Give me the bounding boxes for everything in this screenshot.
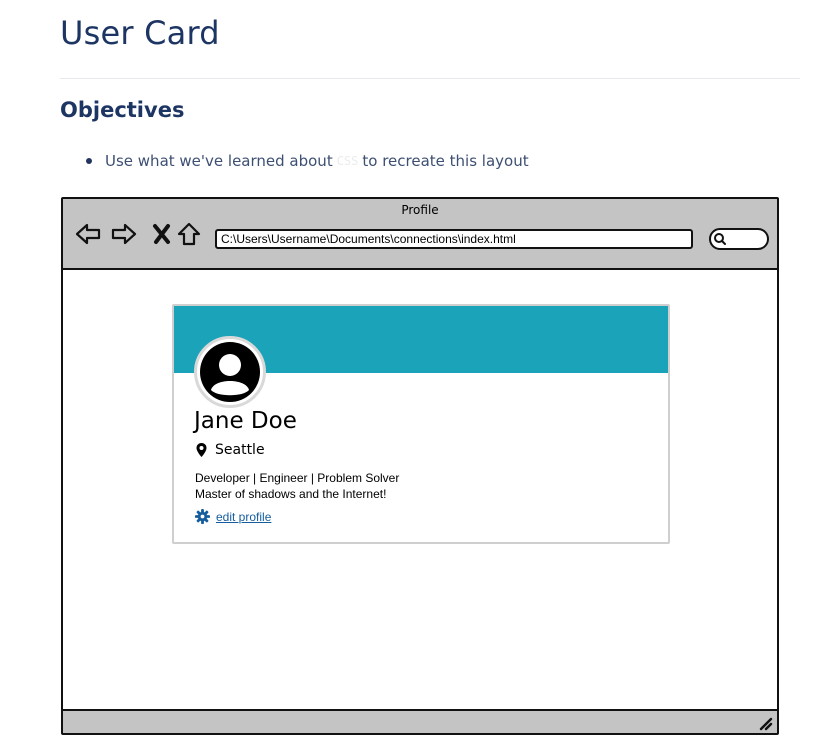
address-bar[interactable]: C:\Users\Username\Documents\connections\… [215,229,693,249]
forward-arrow-icon[interactable] [111,221,137,247]
bio-line: Developer | Engineer | Problem Solver [195,471,400,485]
browser-mockup: Profile C:\Users\Username\Documents\conn… [61,197,779,735]
avatar [194,336,266,408]
location-pin-icon [196,443,207,457]
search-field[interactable] [709,228,769,250]
bullet [86,158,92,164]
tab-title: Profile [401,203,439,217]
close-icon[interactable] [149,221,175,247]
section-title: Objectives [60,98,185,122]
objective-text-before: Use what we've learned about [105,152,333,170]
browser-toolbar: Profile C:\Users\Username\Documents\conn… [63,199,777,270]
gear-icon [195,509,210,524]
list-item: Use what we've learned about CSS to recr… [80,152,529,170]
objective-text-after: to recreate this layout [362,152,529,170]
objectives-list: Use what we've learned about CSS to recr… [80,152,529,170]
divider [60,78,800,79]
back-arrow-icon[interactable] [75,221,101,247]
user-avatar-icon [200,342,260,402]
location-label: Seattle [215,442,265,458]
user-card: Jane Doe Seattle Developer | Engineer | … [172,304,670,544]
edit-profile[interactable]: edit profile [195,509,271,524]
bio-line: Master of shadows and the Internet! [195,487,387,501]
user-location: Seattle [196,442,265,458]
user-name: Jane Doe [194,408,297,434]
resize-grip-icon[interactable] [757,715,773,731]
browser-status-bar [63,709,777,733]
edit-profile-link[interactable]: edit profile [216,510,271,524]
page-title: User Card [60,14,220,52]
objective-code: CSS [336,154,359,168]
search-icon [714,233,726,245]
user-bio: Developer | Engineer | Problem Solver Ma… [195,470,399,502]
home-icon[interactable] [176,221,202,247]
